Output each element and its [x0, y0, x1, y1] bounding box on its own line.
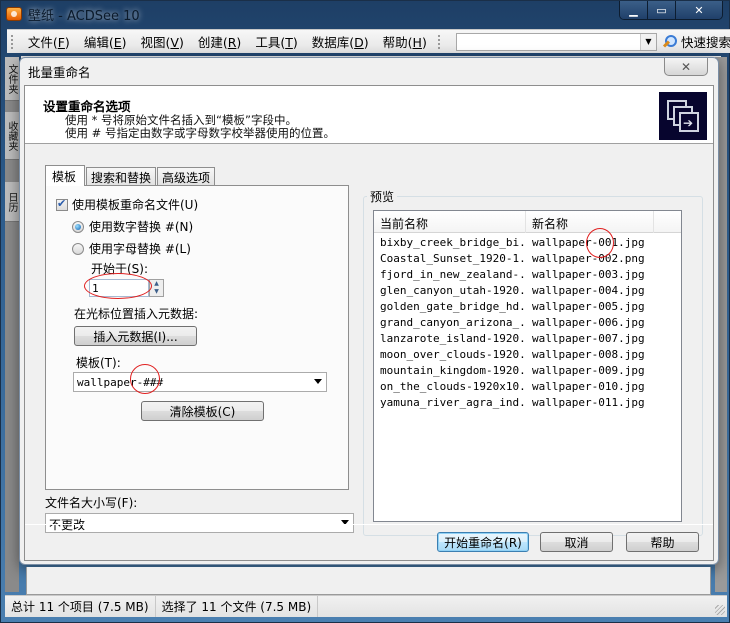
- template-value: wallpaper-###: [77, 376, 164, 389]
- template-label: 模板(T):: [76, 356, 121, 370]
- close-icon: ✕: [694, 3, 704, 17]
- dialog-body: 设置重命名选项 使用 * 号将原始文件名插入到“模板”字段中。 使用 # 号指定…: [24, 85, 714, 561]
- filename-case-value: 不更改: [49, 518, 86, 532]
- preview-list-header: 当前名称 新名称: [374, 211, 681, 233]
- maximize-icon: ▭: [656, 3, 667, 17]
- column-header-new-name[interactable]: 新名称: [526, 211, 654, 233]
- tab-search-replace[interactable]: 搜索和替换: [86, 167, 157, 185]
- tab-advanced-options[interactable]: 高级选项: [157, 167, 216, 185]
- acdsee-app-icon: [6, 7, 22, 21]
- menu-file[interactable]: 文件(F): [21, 32, 77, 51]
- quick-search-button[interactable]: 快速搜索: [663, 32, 730, 51]
- start-rename-button[interactable]: 开始重命名(R): [437, 532, 529, 552]
- spin-down-icon[interactable]: ▼: [150, 288, 163, 296]
- list-item[interactable]: mountain_kingdom-1920... wallpaper-009.jp…: [374, 364, 681, 380]
- filename-case-label: 文件名大小写(F):: [45, 496, 138, 510]
- side-tab-folders[interactable]: 文件夹: [5, 57, 19, 101]
- help-button[interactable]: 帮助: [626, 532, 699, 552]
- clear-template-button[interactable]: 清除模板(C): [141, 401, 264, 421]
- column-header-filler: [654, 211, 681, 233]
- start-at-spinner[interactable]: ▲ ▼: [149, 279, 164, 297]
- tab-template[interactable]: 模板: [45, 165, 86, 186]
- insert-metadata-button[interactable]: 插入元数据(I)...: [74, 326, 197, 346]
- radio-replace-with-letters[interactable]: 使用字母替换 #(L): [72, 240, 191, 257]
- options-tabs: 模板 搜索和替换 高级选项: [45, 165, 216, 186]
- checkbox-checked-icon: [56, 197, 68, 211]
- toolbar-grip-handle[interactable]: [437, 34, 442, 49]
- menu-view[interactable]: 视图(V): [134, 32, 191, 51]
- menu-tools[interactable]: 工具(T): [248, 32, 304, 51]
- batch-rename-dialog: 批量重命名 ✕ 设置重命名选项 使用 * 号将原始文件名插入到“模板”字段中。 …: [19, 57, 719, 565]
- menu-edit[interactable]: 编辑(E): [77, 32, 134, 51]
- dialog-title: 批量重命名: [28, 65, 91, 80]
- list-item[interactable]: lanzarote_island-1920... wallpaper-007.jp…: [374, 332, 681, 348]
- menu-help[interactable]: 帮助(H): [376, 32, 434, 51]
- list-item[interactable]: glen_canyon_utah-1920... wallpaper-004.jp…: [374, 284, 681, 300]
- list-item[interactable]: bixby_creek_bridge_bi... wallpaper-001.jp…: [374, 236, 681, 252]
- menu-bar: 文件(F) 编辑(E) 视图(V) 创建(R) 工具(T) 数据库(D) 帮助(…: [7, 29, 730, 53]
- minimize-icon: ▁: [629, 3, 638, 17]
- window-title: 壁纸 - ACDSee 10: [28, 8, 140, 24]
- side-tab-calendar[interactable]: 日历: [5, 182, 19, 222]
- use-template-label: 使用模板重命名文件(U): [72, 198, 199, 212]
- search-icon: [663, 34, 677, 49]
- start-at-input[interactable]: 1: [89, 279, 149, 297]
- filename-case-select[interactable]: 不更改: [45, 513, 354, 533]
- dialog-header: 设置重命名选项 使用 * 号将原始文件名插入到“模板”字段中。 使用 # 号指定…: [25, 86, 713, 144]
- side-tab-favorites[interactable]: 收藏夹: [5, 112, 19, 160]
- maximize-button[interactable]: ▭: [648, 1, 676, 19]
- column-header-current-name[interactable]: 当前名称: [374, 211, 526, 233]
- status-total: 总计 11 个项目 (7.5 MB): [5, 596, 156, 617]
- use-template-checkbox[interactable]: 使用模板重命名文件(U): [56, 196, 198, 213]
- preview-rows: bixby_creek_bridge_bi... wallpaper-001.jp…: [374, 233, 681, 412]
- dialog-close-button[interactable]: ✕: [664, 58, 708, 76]
- list-item[interactable]: grand_canyon_arizona_... wallpaper-006.jp…: [374, 316, 681, 332]
- radio-number-label: 使用数字替换 #(N): [89, 220, 194, 234]
- cancel-button[interactable]: 取消: [540, 532, 613, 552]
- template-combobox[interactable]: wallpaper-###: [73, 372, 327, 392]
- close-window-button[interactable]: ✕: [676, 1, 722, 19]
- menu-database[interactable]: 数据库(D): [305, 32, 376, 51]
- background-file-list: [26, 567, 711, 595]
- list-item[interactable]: moon_over_clouds-1920... wallpaper-008.jp…: [374, 348, 681, 364]
- window-controls: ▁ ▭ ✕: [619, 1, 723, 20]
- header-hint-2: 使用 # 号指定由数字或字母数字校举器使用的位置。: [65, 126, 335, 140]
- preview-list[interactable]: 当前名称 新名称 bixby_creek_bridge_bi... wallpap…: [373, 210, 682, 522]
- list-item[interactable]: on_the_clouds-1920x10... wallpaper-010.jp…: [374, 380, 681, 396]
- resize-grip-icon[interactable]: [715, 605, 725, 615]
- menu-create[interactable]: 创建(R): [191, 32, 248, 51]
- spin-up-icon[interactable]: ▲: [150, 280, 163, 288]
- menu-grip-handle[interactable]: [11, 34, 15, 49]
- list-item[interactable]: fjord_in_new_zealand-... wallpaper-003.jp…: [374, 268, 681, 284]
- side-panel-tabs: 文件夹 收藏夹 日历: [5, 57, 19, 592]
- minimize-button[interactable]: ▁: [620, 1, 648, 19]
- radio-unselected-icon: [72, 242, 84, 255]
- radio-letter-label: 使用字母替换 #(L): [89, 242, 191, 256]
- arrow-right-icon: ➔: [683, 116, 694, 130]
- footer-separator: [25, 524, 713, 525]
- quick-search-input[interactable]: ▼: [455, 32, 657, 51]
- preview-title: 预览: [367, 188, 398, 205]
- radio-replace-with-numbers[interactable]: 使用数字替换 #(N): [72, 218, 193, 235]
- insert-metadata-label: 在光标位置插入元数据:: [74, 307, 199, 321]
- acdsee-main-window: 壁纸 - ACDSee 10 ▁ ▭ ✕ 文件(F) 编辑(E) 视图(V) 创…: [0, 0, 730, 623]
- batch-rename-icon: ➔: [659, 92, 707, 140]
- list-item[interactable]: Coastal_Sunset_1920-1... wallpaper-002.pn…: [374, 252, 681, 268]
- status-selected: 选择了 11 个文件 (7.5 MB): [156, 596, 319, 617]
- chevron-down-icon[interactable]: ▼: [639, 33, 656, 50]
- quick-search-label: 快速搜索: [680, 35, 730, 50]
- template-tab-panel: 使用模板重命名文件(U) 使用数字替换 #(N) 使用字母替换 #(L) 开始于…: [45, 185, 349, 490]
- chevron-down-icon[interactable]: [314, 379, 322, 384]
- close-icon: ✕: [680, 59, 692, 74]
- status-bar: 总计 11 个项目 (7.5 MB) 选择了 11 个文件 (7.5 MB): [5, 595, 727, 617]
- radio-selected-icon: [72, 220, 84, 233]
- list-item[interactable]: yamuna_river_agra_ind... wallpaper-011.jp…: [374, 396, 681, 412]
- start-at-label: 开始于(S):: [91, 262, 149, 276]
- list-item[interactable]: golden_gate_bridge_hd... wallpaper-005.jp…: [374, 300, 681, 316]
